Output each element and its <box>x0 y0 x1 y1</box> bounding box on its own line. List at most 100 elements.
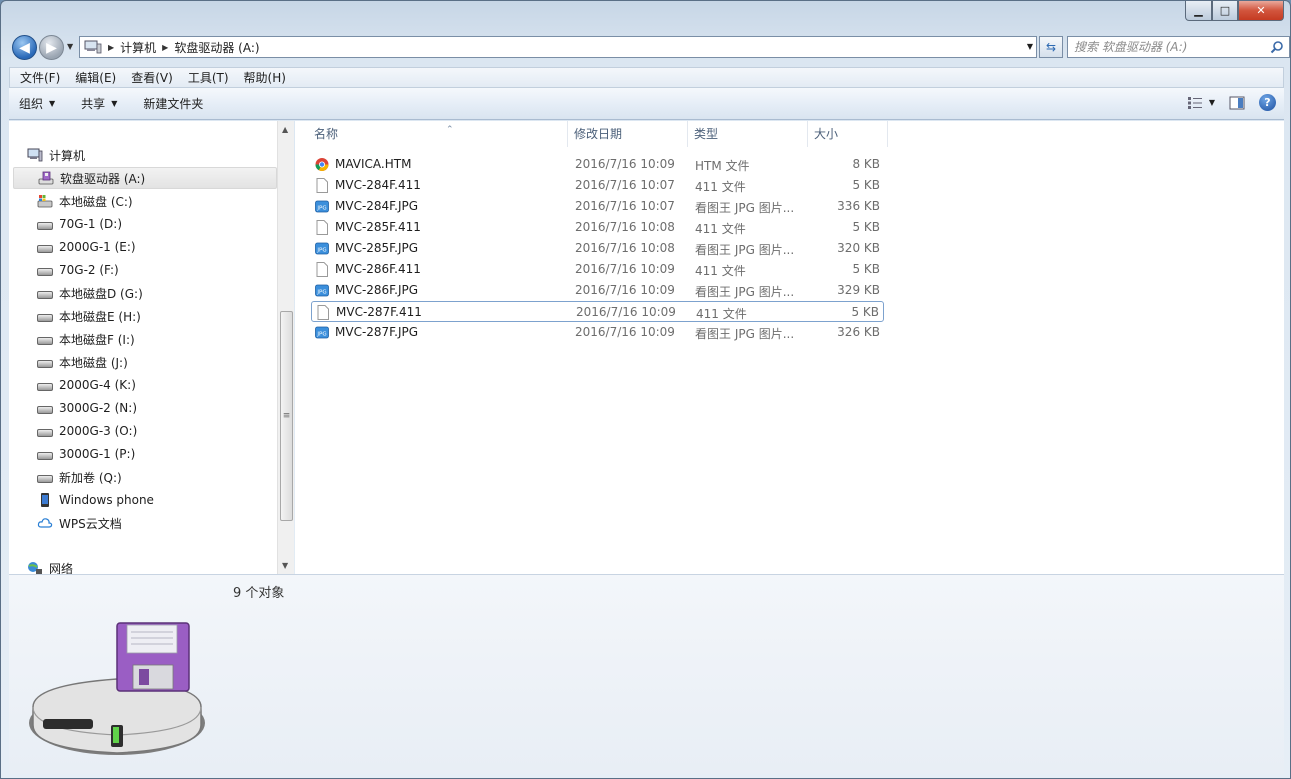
file-row[interactable]: MVC-286F.411 2016/7/16 10:09 411 文件 5 KB <box>311 259 884 280</box>
column-header-name[interactable]: 名称 ⌃ <box>308 121 568 147</box>
file-type: 411 文件 <box>696 307 747 321</box>
nav-item-drive-e[interactable]: 2000G-1 (E:) <box>37 236 136 258</box>
column-headers: 名称 ⌃ 修改日期 类型 大小 <box>295 121 895 147</box>
column-header-date[interactable]: 修改日期 <box>568 121 688 147</box>
close-button[interactable]: ✕ <box>1238 1 1284 21</box>
file-row[interactable]: MVC-284F.411 2016/7/16 10:07 411 文件 5 KB <box>311 175 884 196</box>
search-input[interactable] <box>1074 40 1264 54</box>
search-box[interactable] <box>1067 36 1290 58</box>
minimize-button[interactable]: ▁ <box>1185 1 1212 21</box>
nav-item-computer[interactable]: 计算机 <box>27 144 85 166</box>
nav-item-drive-q[interactable]: 新加卷 (Q:) <box>37 466 122 488</box>
file-row[interactable]: MVC-285F.411 2016/7/16 10:08 411 文件 5 KB <box>311 217 884 238</box>
blank-file-icon <box>317 305 329 320</box>
help-icon[interactable]: ? <box>1259 94 1276 111</box>
file-row[interactable]: JPG MVC-286F.JPG 2016/7/16 10:09 看图王 JPG… <box>311 280 884 301</box>
nav-item-label: 2000G-1 (E:) <box>59 240 136 254</box>
refresh-button[interactable]: ⇆ <box>1039 36 1063 58</box>
nav-item-drive-c[interactable]: 本地磁盘 (C:) <box>37 190 133 212</box>
scroll-up-icon[interactable]: ▲ <box>282 125 288 134</box>
nav-item-label: WPS云文档 <box>59 516 122 531</box>
menu-file[interactable]: 文件(F) <box>16 69 64 86</box>
address-bar[interactable]: ▶ 计算机 ▶ 软盘驱动器 (A:) ▼ <box>79 36 1037 58</box>
drive-icon <box>37 360 53 368</box>
nav-item-drive-n[interactable]: 3000G-2 (N:) <box>37 397 137 419</box>
file-list-pane: 名称 ⌃ 修改日期 类型 大小 MAVICA.HTM 2016/7/16 10:… <box>295 121 1284 574</box>
address-dropdown-icon[interactable]: ▼ <box>1027 42 1033 51</box>
file-size: 5 KB <box>851 305 879 319</box>
menu-edit[interactable]: 编辑(E) <box>71 69 120 86</box>
navigation-scrollbar[interactable]: ▲ ≡ ▼ <box>277 121 294 574</box>
view-dropdown-icon[interactable]: ▼ <box>1209 98 1215 107</box>
new-folder-button[interactable]: 新建文件夹 <box>143 95 203 112</box>
file-name: MAVICA.HTM <box>335 157 412 171</box>
chevron-down-icon: ▼ <box>111 99 118 108</box>
file-row[interactable]: JPG MVC-284F.JPG 2016/7/16 10:07 看图王 JPG… <box>311 196 884 217</box>
file-type: 看图王 JPG 图片... <box>695 201 795 215</box>
file-size: 5 KB <box>852 220 880 234</box>
nav-item-floppy-drive[interactable]: 软盘驱动器 (A:) <box>13 167 277 189</box>
nav-item-wps-cloud[interactable]: WPS云文档 <box>37 512 122 534</box>
file-date: 2016/7/16 10:08 <box>575 241 675 255</box>
breadcrumb-separator-icon[interactable]: ▶ <box>108 43 114 52</box>
blank-file-icon <box>316 262 328 277</box>
cloud-icon <box>37 518 53 528</box>
file-row[interactable]: MAVICA.HTM 2016/7/16 10:09 HTM 文件 8 KB <box>311 154 884 175</box>
nav-item-drive-o[interactable]: 2000G-3 (O:) <box>37 420 137 442</box>
menu-help[interactable]: 帮助(H) <box>240 69 290 86</box>
nav-item-label: 3000G-2 (N:) <box>59 401 137 415</box>
breadcrumb-floppy-drive[interactable]: 软盘驱动器 (A:) <box>174 39 259 56</box>
nav-item-drive-f[interactable]: 70G-2 (F:) <box>37 259 119 281</box>
file-type: 看图王 JPG 图片... <box>695 327 795 341</box>
maximize-button[interactable]: □ <box>1212 1 1238 21</box>
file-name: MVC-287F.JPG <box>335 325 419 339</box>
file-name: MVC-284F.JPG <box>335 199 419 213</box>
nav-item-label: 新加卷 (Q:) <box>59 470 122 485</box>
breadcrumb-computer[interactable]: 计算机 <box>120 39 156 56</box>
menu-tools[interactable]: 工具(T) <box>184 69 233 86</box>
scroll-down-icon[interactable]: ▼ <box>282 561 288 570</box>
file-row[interactable]: JPG MVC-285F.JPG 2016/7/16 10:08 看图王 JPG… <box>311 238 884 259</box>
share-button[interactable]: 共享 ▼ <box>81 95 117 112</box>
nav-item-drive-h[interactable]: 本地磁盘E (H:) <box>37 305 141 327</box>
column-header-size[interactable]: 大小 <box>808 121 888 147</box>
nav-item-drive-p[interactable]: 3000G-1 (P:) <box>37 443 135 465</box>
file-date: 2016/7/16 10:07 <box>575 199 675 213</box>
computer-icon <box>27 148 43 162</box>
file-type: 看图王 JPG 图片... <box>695 285 795 299</box>
breadcrumb-separator-icon[interactable]: ▶ <box>162 43 168 52</box>
nav-item-drive-k[interactable]: 2000G-4 (K:) <box>37 374 136 396</box>
file-type: 看图王 JPG 图片... <box>695 243 795 257</box>
file-row[interactable]: MVC-287F.411 2016/7/16 10:09 411 文件 5 KB <box>311 301 884 322</box>
file-date: 2016/7/16 10:09 <box>576 305 676 319</box>
organize-button[interactable]: 组织 ▼ <box>19 95 55 112</box>
nav-item-label: 本地磁盘E (H:) <box>59 309 141 324</box>
nav-item-label: 本地磁盘 (C:) <box>59 194 133 209</box>
forward-button[interactable]: ▶ <box>39 35 64 60</box>
nav-item-label: Windows phone <box>59 493 154 507</box>
file-type: 411 文件 <box>695 264 746 278</box>
nav-item-drive-i[interactable]: 本地磁盘F (I:) <box>37 328 135 350</box>
recent-pages-dropdown[interactable]: ▼ <box>67 42 73 51</box>
nav-item-drive-g[interactable]: 本地磁盘D (G:) <box>37 282 143 304</box>
file-row[interactable]: JPG MVC-287F.JPG 2016/7/16 10:09 看图王 JPG… <box>311 322 884 343</box>
view-options-icon[interactable] <box>1187 96 1203 110</box>
nav-item-drive-j[interactable]: 本地磁盘 (J:) <box>37 351 128 373</box>
file-date: 2016/7/16 10:09 <box>575 157 675 171</box>
scrollbar-thumb[interactable]: ≡ <box>280 311 293 521</box>
menu-view[interactable]: 查看(V) <box>127 69 177 86</box>
file-date: 2016/7/16 10:09 <box>575 325 675 339</box>
nav-item-label: 本地磁盘 (J:) <box>59 355 128 370</box>
nav-item-drive-d[interactable]: 70G-1 (D:) <box>37 213 122 235</box>
column-header-type[interactable]: 类型 <box>688 121 808 147</box>
refresh-icon: ⇆ <box>1045 40 1057 54</box>
back-button[interactable]: ◀ <box>12 35 37 60</box>
navigation-bar: ◀ ▶ ▼ ▶ 计算机 ▶ 软盘驱动器 (A:) ▼ ⇆ <box>9 33 1290 61</box>
blank-file-icon <box>316 220 328 235</box>
organize-label: 组织 <box>19 97 44 111</box>
search-icon[interactable] <box>1270 40 1284 54</box>
preview-pane-icon[interactable] <box>1229 96 1245 110</box>
svg-text:JPG: JPG <box>316 332 326 338</box>
forward-arrow-icon: ▶ <box>46 39 57 56</box>
nav-item-windows-phone[interactable]: Windows phone <box>37 489 154 511</box>
